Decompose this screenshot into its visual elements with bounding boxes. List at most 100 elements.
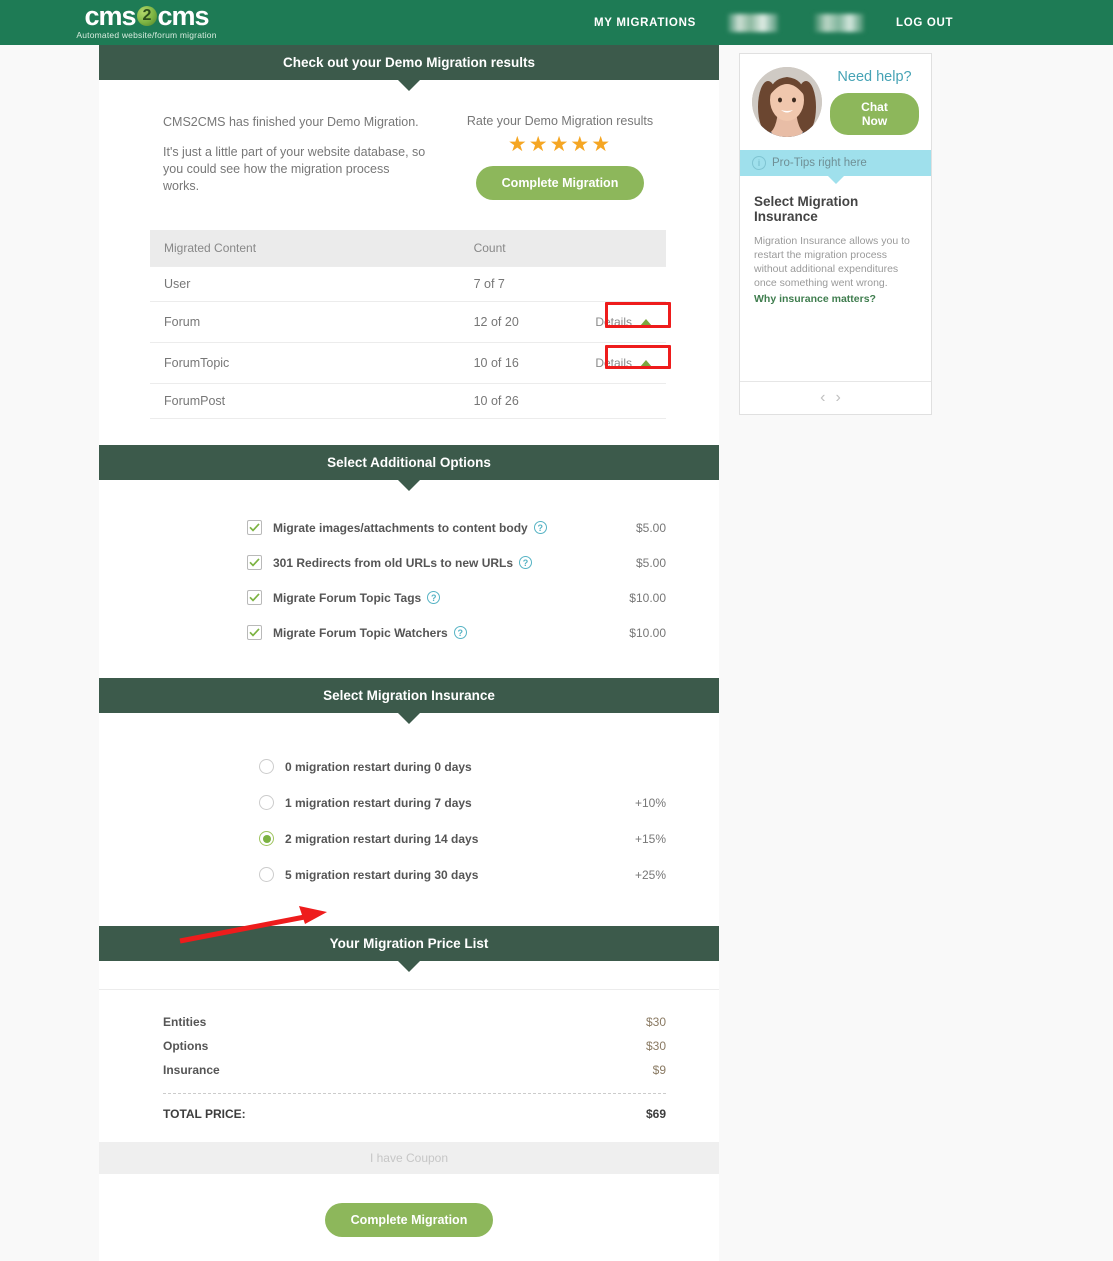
avatar: [752, 67, 822, 137]
cell-details: [556, 383, 666, 419]
table-header-row: Migrated Content Count: [150, 230, 666, 267]
insurance-options-list: 0 migration restart during 0 days 1 migr…: [99, 713, 719, 926]
insurance-price: +10%: [634, 795, 666, 810]
table-row: ForumTopic 10 of 16 Details: [150, 342, 671, 384]
radio-insurance-0[interactable]: [259, 759, 274, 774]
price-row: Insurance $9: [163, 1058, 666, 1082]
additional-options-list: Migrate images/attachments to content bo…: [99, 480, 719, 678]
help-icon[interactable]: ?: [453, 626, 467, 639]
nav-item-redacted-1[interactable]: [727, 13, 778, 32]
pro-tip-content: Select Migration Insurance Migration Ins…: [740, 176, 931, 381]
table-row: ForumPost 10 of 26: [150, 383, 666, 419]
option-price: $5.00: [635, 555, 666, 570]
option-price: $10.00: [629, 590, 666, 605]
chevron-up-icon: [640, 359, 652, 367]
option-price: $10.00: [629, 625, 666, 640]
chat-now-button[interactable]: Chat Now: [830, 93, 919, 135]
checkbox-migrate-images[interactable]: [247, 520, 262, 535]
section-header-results: Check out your Demo Migration results: [99, 45, 719, 80]
logo-tagline: Automated website/forum migration: [76, 30, 217, 40]
star-rating[interactable]: ★★★★★: [429, 134, 691, 155]
results-rating: Rate your Demo Migration results ★★★★★ C…: [429, 114, 719, 208]
help-icon[interactable]: ?: [519, 556, 533, 569]
insurance-row: 0 migration restart during 0 days: [99, 754, 719, 779]
top-header: cms 2 cms Automated website/forum migrat…: [0, 0, 1113, 45]
radio-insurance-3[interactable]: [259, 867, 274, 882]
insurance-label: 0 migration restart during 0 days: [285, 759, 472, 774]
insurance-row: 1 migration restart during 7 days +10%: [99, 790, 719, 815]
chat-widget-right: Need help? Chat Now: [822, 69, 919, 135]
insurance-row: 5 migration restart during 30 days +25%: [99, 862, 719, 887]
logo-wordmark: cms 2 cms: [74, 1, 219, 31]
tip-next-button[interactable]: ›: [836, 389, 851, 406]
cell-content-name: ForumPost: [150, 383, 460, 419]
details-button-forum[interactable]: Details: [589, 312, 658, 332]
rate-label: Rate your Demo Migration results: [466, 114, 654, 128]
cell-content-name: User: [150, 266, 460, 302]
option-label: Migrate images/attachments to content bo…: [273, 520, 528, 535]
tip-text: Migration Insurance allows you to restar…: [754, 235, 910, 289]
nav-item-log-out[interactable]: LOG OUT: [882, 17, 967, 29]
sidebar: Need help? Chat Now i Pro-Tips right her…: [739, 53, 932, 415]
price-value: $9: [652, 1063, 666, 1077]
cell-count: 12 of 20: [459, 301, 556, 343]
tip-link[interactable]: Why insurance matters?: [754, 293, 917, 305]
results-paragraph-2: It's just a little part of your website …: [163, 145, 426, 193]
info-icon: i: [752, 156, 766, 170]
coupon-toggle[interactable]: I have Coupon: [99, 1142, 719, 1174]
insurance-price: +15%: [634, 831, 666, 846]
insurance-label: 2 migration restart during 14 days: [285, 831, 479, 846]
option-row: Migrate Forum Topic Tags ? $10.00: [99, 584, 719, 611]
section-header-insurance: Select Migration Insurance: [99, 678, 719, 713]
pro-tips-label: Pro-Tips right here: [772, 157, 867, 169]
details-button-forumtopic[interactable]: Details: [589, 353, 658, 373]
need-help-label: Need help?: [837, 69, 912, 85]
price-value: $30: [645, 1015, 666, 1029]
tip-title: Select Migration Insurance: [754, 194, 859, 224]
option-label: 301 Redirects from old URLs to new URLs: [273, 555, 514, 570]
section-header-price-list: Your Migration Price List: [99, 926, 719, 961]
price-divider: [163, 1093, 666, 1094]
option-row: Migrate images/attachments to content bo…: [99, 514, 719, 541]
nav-item-my-migrations[interactable]: MY MIGRATIONS: [580, 17, 710, 29]
chevron-up-icon: [640, 318, 652, 326]
option-row: Migrate Forum Topic Watchers ? $10.00: [99, 619, 719, 646]
help-icon[interactable]: ?: [427, 591, 441, 604]
tip-navigation: ‹›: [740, 381, 931, 414]
nav-item-redacted-2[interactable]: [813, 13, 864, 32]
price-value: $30: [645, 1039, 666, 1053]
table-row: User 7 of 7: [150, 266, 666, 302]
option-label: Migrate Forum Topic Tags: [273, 590, 422, 605]
complete-migration-button-top[interactable]: Complete Migration: [475, 166, 645, 200]
results-text: CMS2CMS has finished your Demo Migration…: [99, 114, 429, 208]
cell-details: Details: [556, 342, 671, 384]
checkbox-forum-topic-watchers[interactable]: [247, 625, 262, 640]
option-row: 301 Redirects from old URLs to new URLs …: [99, 549, 719, 576]
radio-insurance-2[interactable]: [259, 831, 274, 846]
help-icon[interactable]: ?: [533, 521, 547, 534]
tip-prev-button[interactable]: ‹: [820, 389, 835, 406]
total-price-row: TOTAL PRICE: $69: [163, 1102, 666, 1126]
insurance-row: 2 migration restart during 14 days +15%: [99, 826, 719, 851]
total-price-value: $69: [645, 1107, 666, 1121]
cell-details: [556, 266, 666, 302]
main-nav: MY MIGRATIONS LOG OUT: [580, 0, 967, 45]
option-label: Migrate Forum Topic Watchers: [273, 625, 448, 640]
cell-content-name: Forum: [150, 301, 460, 343]
logo-text-left: cms: [84, 1, 136, 31]
details-label: Details: [595, 315, 632, 329]
checkbox-301-redirects[interactable]: [247, 555, 262, 570]
logo-ball-digit: 2: [142, 7, 152, 24]
migrated-content-table: Migrated Content Count User 7 of 7 Forum…: [150, 230, 671, 419]
insurance-label: 5 migration restart during 30 days: [285, 867, 479, 882]
complete-migration-button-bottom[interactable]: Complete Migration: [324, 1203, 494, 1237]
total-price-label: TOTAL PRICE:: [163, 1107, 246, 1121]
column-header-count: Count: [459, 230, 666, 267]
price-label: Options: [163, 1039, 209, 1053]
logo[interactable]: cms 2 cms Automated website/forum migrat…: [74, 1, 219, 41]
price-label: Insurance: [163, 1063, 220, 1077]
cell-count: 10 of 16: [459, 342, 556, 384]
migrated-content-table-wrap: Migrated Content Count User 7 of 7 Forum…: [99, 208, 719, 445]
radio-insurance-1[interactable]: [259, 795, 274, 810]
checkbox-forum-topic-tags[interactable]: [247, 590, 262, 605]
